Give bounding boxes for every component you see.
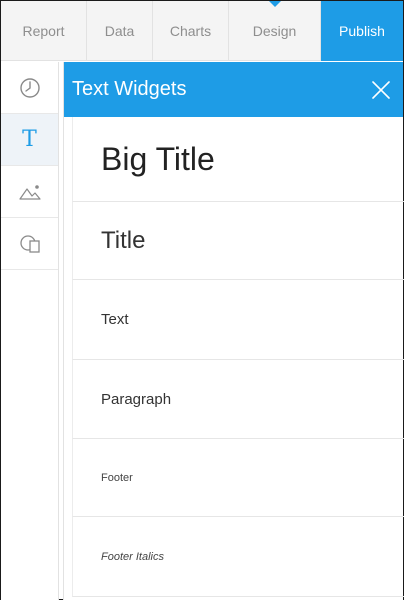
widget-text[interactable]: Text [72, 280, 404, 360]
tab-charts[interactable]: Charts [153, 1, 229, 61]
widget-title[interactable]: Title [72, 202, 404, 280]
widget-footer[interactable]: Footer [72, 439, 404, 517]
widget-label: Big Title [101, 140, 215, 177]
tab-data[interactable]: Data [87, 1, 153, 61]
close-button[interactable] [369, 78, 393, 102]
widget-label: Title [101, 226, 146, 254]
app-frame: Report Data Charts Design Publish T Text… [0, 0, 404, 600]
clock-icon [19, 77, 40, 98]
panel-header: Text Widgets [64, 62, 403, 117]
panel-title: Text Widgets [72, 78, 187, 100]
tab-publish[interactable]: Publish [321, 1, 403, 61]
shapes-icon [19, 234, 40, 253]
rail-item-clock[interactable] [1, 62, 58, 114]
widget-label: Paragraph [101, 390, 172, 408]
text-widgets-panel: Text Widgets Big Title Title Text Paragr… [63, 62, 404, 600]
close-icon [372, 80, 390, 99]
image-icon [18, 184, 41, 200]
rail-item-text[interactable]: T [1, 114, 58, 166]
widget-list: Big Title Title Text Paragraph Footer Fo… [72, 117, 404, 597]
rail-item-shapes[interactable] [1, 218, 58, 270]
widget-label: Text [101, 311, 129, 328]
widget-big-title[interactable]: Big Title [72, 117, 404, 202]
top-tab-bar: Report Data Charts Design Publish [1, 1, 403, 61]
left-icon-rail: T [1, 62, 59, 600]
widget-label: Footer Italics [101, 550, 164, 563]
widget-label: Footer [101, 471, 133, 484]
rail-item-image[interactable] [1, 166, 58, 218]
text-icon: T [22, 127, 37, 152]
tab-design[interactable]: Design [229, 1, 321, 61]
widget-paragraph[interactable]: Paragraph [72, 360, 404, 439]
tab-report[interactable]: Report [1, 1, 87, 61]
widget-footer-italics[interactable]: Footer Italics [72, 517, 404, 597]
